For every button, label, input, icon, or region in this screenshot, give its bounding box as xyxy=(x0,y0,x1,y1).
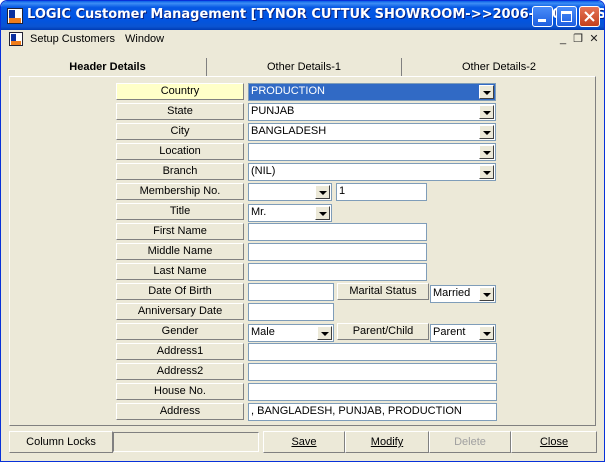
gender-label: Gender xyxy=(116,323,244,340)
title-label: Title xyxy=(116,203,244,220)
tab-other-details-1[interactable]: Other Details-1 xyxy=(207,58,402,77)
address1-label: Address1 xyxy=(116,343,244,360)
gender-dropdown[interactable]: Male xyxy=(248,324,334,342)
city-value: BANGLADESH xyxy=(251,125,327,137)
chevron-down-icon[interactable] xyxy=(315,206,330,220)
anniversary-input[interactable] xyxy=(248,303,334,321)
status-field xyxy=(113,432,259,452)
title-bar[interactable]: LOGIC Customer Management [TYNOR CUTTUK … xyxy=(1,1,604,30)
app-logo-icon xyxy=(7,8,23,24)
first-name-label: First Name xyxy=(116,223,244,240)
first-name-input[interactable] xyxy=(248,223,427,241)
chevron-down-icon[interactable] xyxy=(479,125,494,139)
window-title: LOGIC Customer Management [TYNOR CUTTUK … xyxy=(27,7,605,22)
menu-window[interactable]: Window xyxy=(125,33,164,45)
save-button-label: Save xyxy=(291,436,317,448)
chevron-down-icon[interactable] xyxy=(479,145,494,159)
address-label: Address xyxy=(116,403,244,420)
house-no-label: House No. xyxy=(116,383,244,400)
marital-status-dropdown[interactable]: Married xyxy=(430,285,496,303)
chevron-down-icon[interactable] xyxy=(479,326,494,340)
branch-label: Branch xyxy=(116,163,244,180)
gender-value: Male xyxy=(251,326,275,338)
marital-status-label: Marital Status xyxy=(337,283,429,300)
minimize-button[interactable] xyxy=(532,6,553,27)
delete-button[interactable]: Delete xyxy=(429,431,511,453)
middle-name-label: Middle Name xyxy=(116,243,244,260)
address2-label: Address2 xyxy=(116,363,244,380)
marital-status-value: Married xyxy=(433,287,471,299)
parent-child-label: Parent/Child xyxy=(337,323,429,340)
chevron-down-icon[interactable] xyxy=(479,287,494,301)
location-dropdown[interactable] xyxy=(248,143,496,161)
close-icon xyxy=(584,11,595,22)
dob-input[interactable] xyxy=(248,283,334,301)
maximize-icon xyxy=(561,11,572,22)
middle-name-input[interactable] xyxy=(248,243,427,261)
last-name-label: Last Name xyxy=(116,263,244,280)
country-label: Country xyxy=(116,83,244,100)
minimize-icon xyxy=(538,19,546,22)
state-dropdown[interactable]: PUNJAB xyxy=(248,103,496,121)
chevron-down-icon[interactable] xyxy=(315,185,330,199)
menu-setup-customers[interactable]: Setup Customers xyxy=(30,33,115,45)
house-no-input[interactable] xyxy=(248,383,497,401)
menu-bar: Setup Customers Window _ ❐ ✕ xyxy=(1,30,604,50)
chevron-down-icon[interactable] xyxy=(479,105,494,119)
child-close-button[interactable]: ✕ xyxy=(587,33,601,46)
title-value: Mr. xyxy=(251,206,267,218)
chevron-down-icon[interactable] xyxy=(479,85,494,99)
location-label: Location xyxy=(116,143,244,160)
country-dropdown[interactable]: PRODUCTION xyxy=(248,83,496,101)
branch-value: (NIL) xyxy=(251,165,276,177)
close-button[interactable]: Close xyxy=(511,431,597,453)
chevron-down-icon[interactable] xyxy=(479,165,494,179)
column-locks-button[interactable]: Column Locks xyxy=(9,431,113,453)
app-window: LOGIC Customer Management [TYNOR CUTTUK … xyxy=(0,0,605,462)
modify-button-label: Modify xyxy=(370,436,404,448)
country-value: PRODUCTION xyxy=(251,84,325,99)
tab-header-details[interactable]: Header Details xyxy=(9,58,207,77)
city-dropdown[interactable]: BANGLADESH xyxy=(248,123,496,141)
membership-number-input[interactable]: 1 xyxy=(336,183,427,201)
address-input[interactable]: , BANGLADESH, PUNJAB, PRODUCTION xyxy=(248,403,497,421)
delete-button-label: Delete xyxy=(454,436,486,448)
membership-prefix-dropdown[interactable] xyxy=(248,183,332,201)
child-restore-button[interactable]: ❐ xyxy=(571,33,585,46)
state-label: State xyxy=(116,103,244,120)
tab-other-details-2[interactable]: Other Details-2 xyxy=(402,58,596,77)
child-minimize-button[interactable]: _ xyxy=(556,33,570,46)
address1-input[interactable] xyxy=(248,343,497,361)
last-name-input[interactable] xyxy=(248,263,427,281)
child-window-icon[interactable] xyxy=(9,32,23,46)
parent-child-dropdown[interactable]: Parent xyxy=(430,324,496,342)
dob-label: Date Of Birth xyxy=(116,283,244,300)
membership-number-value: 1 xyxy=(339,185,346,197)
close-window-button[interactable] xyxy=(579,6,600,27)
membership-label: Membership No. xyxy=(116,183,244,200)
parent-child-value: Parent xyxy=(433,326,466,338)
state-value: PUNJAB xyxy=(251,105,295,117)
tab-strip: Header Details Other Details-1 Other Det… xyxy=(9,53,596,77)
city-label: City xyxy=(116,123,244,140)
address2-input[interactable] xyxy=(248,363,497,381)
branch-dropdown[interactable]: (NIL) xyxy=(248,163,496,181)
save-button[interactable]: Save xyxy=(263,431,345,453)
maximize-button[interactable] xyxy=(556,6,577,27)
title-dropdown[interactable]: Mr. xyxy=(248,204,332,222)
anniversary-label: Anniversary Date xyxy=(116,303,244,320)
modify-button[interactable]: Modify xyxy=(345,431,429,453)
close-button-label: Close xyxy=(539,436,569,448)
chevron-down-icon[interactable] xyxy=(317,326,332,340)
